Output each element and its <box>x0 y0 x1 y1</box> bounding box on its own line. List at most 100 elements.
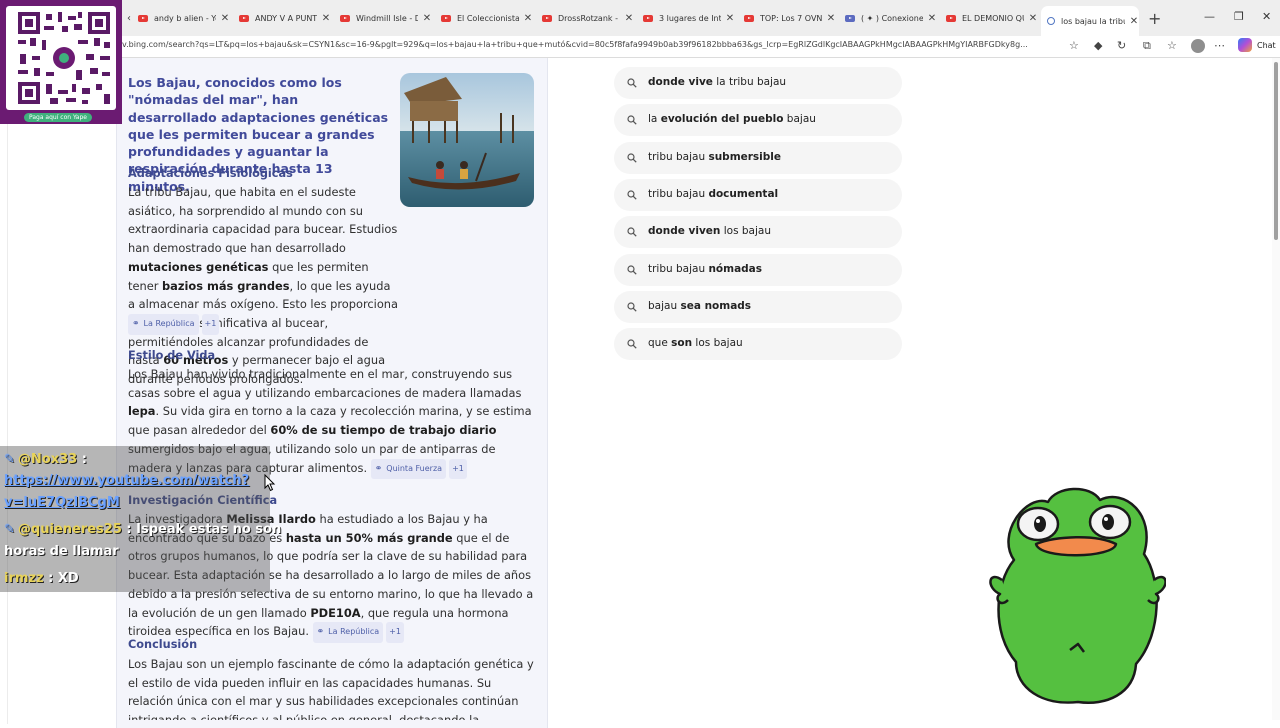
bold-run: PDE10A <box>310 605 361 620</box>
citation-row: ⚭ La República +1 <box>128 314 220 335</box>
chat-message-cont: horas de llamar <box>4 544 119 559</box>
chat-link-line: https://www.youtube.com/watch? <box>4 473 249 488</box>
maximize-button[interactable]: ❐ <box>1234 10 1244 23</box>
bajau-photo[interactable] <box>400 73 534 207</box>
window-close-button[interactable]: ✕ <box>1262 10 1271 23</box>
chat-text: Ispeak estas no son <box>136 522 282 537</box>
chat-text: XD <box>57 571 79 586</box>
chat-link[interactable]: v=luE7QzlBCgM <box>4 495 120 510</box>
tab-8[interactable]: EL DEMONIO QUE ✕ <box>946 5 1038 32</box>
tab-5[interactable]: 3 lugares de Inter ✕ <box>643 5 735 32</box>
related-search-label: que son los bajau <box>648 337 743 349</box>
link-icon: ⚭ <box>374 463 383 474</box>
citation-more[interactable]: +1 <box>449 458 467 480</box>
citation-la-republica[interactable]: ⚭ La República <box>312 622 384 643</box>
related-search-item[interactable]: tribu bajau documental <box>614 178 902 211</box>
close-icon[interactable]: ✕ <box>826 13 836 24</box>
bold-run: sea nomads <box>680 299 752 312</box>
related-search-item[interactable]: bajau sea nomads <box>614 290 902 323</box>
close-icon[interactable]: ✕ <box>220 13 230 24</box>
citation-quinta-fuerza[interactable]: ⚭ Quinta Fuerza <box>370 458 447 480</box>
copilot-chat-button[interactable]: Chat <box>1238 38 1276 52</box>
bold-run: son <box>671 337 693 350</box>
address-bar: v.bing.com/search?qs=LT&pq=los+bajau&sk=… <box>0 36 1280 58</box>
refresh-icon[interactable]: ↻ <box>1117 39 1126 52</box>
close-icon[interactable]: ✕ <box>927 13 937 24</box>
tab-6[interactable]: TOP: Los 7 OVNIS ✕ <box>744 5 836 32</box>
tab-label: DrossRotzank - Yo <box>558 14 620 23</box>
close-icon[interactable]: ✕ <box>523 13 533 24</box>
bold-run: hasta un 50% más grande <box>285 530 453 545</box>
related-search-item[interactable]: donde vive la tribu bajau <box>614 67 902 99</box>
bold-run: mutaciones genéticas <box>128 259 269 274</box>
tab-2[interactable]: Windmill Isle - Da ✕ <box>340 5 432 32</box>
scrollbar-thumb[interactable] <box>1274 62 1278 240</box>
bold-run: nómadas <box>708 262 763 275</box>
related-search-label: donde viven los bajau <box>648 225 771 237</box>
related-search-label: la evolución del pueblo bajau <box>648 113 816 125</box>
split-screen-icon[interactable]: ⧉ <box>1143 39 1151 53</box>
favorites-icon[interactable]: ☆ <box>1167 39 1177 52</box>
youtube-icon <box>138 15 148 22</box>
close-icon[interactable]: ✕ <box>1028 13 1038 24</box>
close-icon[interactable]: ✕ <box>321 13 331 24</box>
tab-4[interactable]: DrossRotzank - Yo ✕ <box>542 5 634 32</box>
related-search-item[interactable]: tribu bajau submersible <box>614 141 902 174</box>
youtube-icon <box>643 15 653 22</box>
youtube-icon <box>542 15 552 22</box>
tab-label: EL DEMONIO QUE <box>962 14 1024 23</box>
text-run: los bajau <box>720 225 771 238</box>
tab-7[interactable]: ( ✦ ) Conexiones ✕ <box>845 5 937 32</box>
youtube-icon <box>340 15 350 22</box>
related-search-item[interactable]: la evolución del pueblo bajau <box>614 104 902 137</box>
tab-1[interactable]: ANDY V A PUNTO ✕ <box>239 5 331 32</box>
related-search-item[interactable]: donde viven los bajau <box>614 216 902 249</box>
pencil-icon: ✎ <box>4 522 15 537</box>
text-run: que <box>648 337 672 350</box>
tab-active[interactable]: los bajau la tribu ✕ <box>1041 6 1139 36</box>
related-search-item[interactable]: que son los bajau <box>614 328 902 361</box>
tab-label: TOP: Los 7 OVNIS <box>760 14 822 23</box>
citation-more[interactable]: +1 <box>201 314 220 335</box>
new-tab-button[interactable]: + <box>1148 9 1161 28</box>
chat-label: Chat <box>1257 40 1276 50</box>
related-search-item[interactable]: tribu bajau nómadas <box>614 253 902 286</box>
extension-icon[interactable]: ◆ <box>1094 39 1102 52</box>
bold-run: submersible <box>708 150 782 163</box>
search-icon <box>627 152 637 163</box>
close-icon[interactable]: ✕ <box>422 13 432 24</box>
minimize-button[interactable]: — <box>1204 10 1215 23</box>
chat-message: ✎ @Nox33 : <box>4 452 87 467</box>
search-icon <box>627 115 637 125</box>
text-run: Los Bajau han vivido tradicionalmente en… <box>128 367 522 400</box>
stilt-house-image <box>400 73 534 207</box>
text-run: tribu bajau <box>648 187 709 200</box>
chat-message: irmzz : XD <box>4 571 79 586</box>
qr-code <box>6 6 116 110</box>
close-icon[interactable]: ✕ <box>1129 16 1139 27</box>
url-field[interactable]: v.bing.com/search?qs=LT&pq=los+bajau&sk=… <box>122 40 1058 49</box>
close-icon[interactable]: ✕ <box>725 13 735 24</box>
search-icon <box>1047 17 1055 25</box>
qr-payment-card: Paga aquí con Yape <box>0 0 122 124</box>
chat-username: @quieneres25 <box>17 522 122 537</box>
citation-la-republica[interactable]: ⚭ La República <box>128 314 199 335</box>
qr-code-icon <box>16 10 112 106</box>
citation-more[interactable]: +1 <box>386 622 404 643</box>
tab-label: 3 lugares de Inter <box>659 14 721 23</box>
pencil-icon: ✎ <box>4 452 15 467</box>
tab-0[interactable]: andy b alien - You ✕ <box>138 5 230 32</box>
bold-run: documental <box>708 187 779 200</box>
favorite-star-icon[interactable]: ☆ <box>1069 39 1079 52</box>
profile-avatar[interactable] <box>1191 39 1205 53</box>
citation-label: La República <box>328 627 380 637</box>
close-icon[interactable]: ✕ <box>624 13 634 24</box>
tab-label: los bajau la tribu <box>1061 16 1125 26</box>
text-run: tribu bajau <box>648 150 709 163</box>
more-menu-icon[interactable]: ⋯ <box>1214 39 1225 52</box>
chat-link[interactable]: https://www.youtube.com/watch? <box>4 473 249 488</box>
tab-3[interactable]: El Coleccionista D ✕ <box>441 5 533 32</box>
text-run: bajau <box>783 113 816 126</box>
related-search-label: bajau sea nomads <box>648 300 751 312</box>
tab-label: El Coleccionista D <box>457 14 519 23</box>
